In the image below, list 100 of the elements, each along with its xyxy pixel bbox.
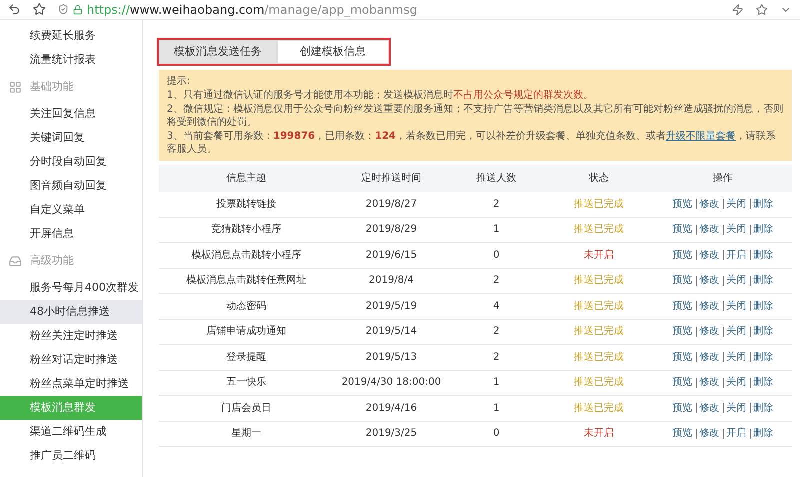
table-cell-text: 2 — [492, 350, 501, 365]
table-cell-text: 门店会员日 — [220, 402, 272, 416]
table-cell-text: 0 — [492, 427, 501, 442]
sidebar-item[interactable]: 开屏信息 — [0, 222, 142, 246]
sidebar-item[interactable]: 自定义菜单 — [0, 198, 142, 222]
action-link[interactable]: 删除 — [754, 324, 774, 340]
action-link[interactable]: 删除 — [754, 222, 774, 238]
sidebar-item[interactable]: 流量统计报表 — [0, 48, 142, 72]
sidebar-item[interactable]: 推广员二维码 — [0, 444, 142, 468]
table-cell-text: 投票跳转链接 — [216, 198, 278, 212]
status-text: 未开启 — [583, 426, 615, 442]
sidebar-item[interactable]: 48小时信息推送 — [0, 300, 142, 324]
action-link[interactable]: 关闭 — [726, 196, 746, 212]
table-cell-text: 模板消息点击跳转任意网址 — [186, 274, 308, 288]
action-link[interactable]: 预览 — [672, 273, 692, 288]
action-link[interactable]: 关闭 — [726, 350, 746, 365]
shield-icon — [58, 4, 69, 15]
notice-text: 3、当前套餐可用条数：199876，已用条数：124，若条数已用完，可以补差价升级套餐、单独充值条数、或者升级不限量套餐，请联系客服人员。 — [167, 130, 777, 156]
sidebar-item[interactable]: 渠道二维码生成 — [0, 420, 142, 444]
action-link[interactable]: 关闭 — [726, 400, 746, 416]
action-link[interactable]: 开启 — [726, 248, 746, 263]
action-link[interactable]: 修改 — [700, 273, 720, 288]
sidebar-item[interactable]: 粉丝对话定时推送 — [0, 348, 142, 372]
table-cell-text: 动态密码 — [226, 300, 268, 314]
notice-text: 2、微信规定：模板消息仅用于公众号向粉丝发送重要的服务通知；不支持广告等营销类消息以及其它所有可能对粉丝造成骚扰的消息，否则将受到微信的处罚。 — [167, 103, 784, 129]
action-link[interactable]: 预览 — [672, 400, 692, 416]
status-text: 推送已完成 — [573, 222, 625, 238]
table-cell-text: 星期一 — [230, 426, 262, 442]
status-text: 未开启 — [583, 248, 615, 263]
action-link[interactable]: 预览 — [672, 350, 692, 365]
sidebar-item[interactable]: 粉丝关注定时推送 — [0, 324, 142, 348]
action-link[interactable]: 删除 — [754, 426, 774, 442]
action-link[interactable]: 关闭 — [726, 324, 746, 340]
action-link[interactable]: 删除 — [754, 298, 774, 314]
action-link[interactable]: 修改 — [700, 248, 720, 263]
action-link[interactable]: 删除 — [754, 273, 774, 288]
table-cell-text: 2019/3/25 — [364, 427, 418, 442]
action-link[interactable]: 关闭 — [726, 375, 746, 390]
table-cell-text: 五一快乐 — [226, 376, 268, 390]
action-link[interactable]: 修改 — [700, 426, 720, 442]
table-cell-text: 1 — [492, 223, 501, 238]
sidebar-item[interactable]: 图音频自动回复 — [0, 174, 142, 198]
table-cell-text: 2 — [492, 274, 501, 288]
action-link[interactable]: 预览 — [672, 298, 692, 314]
action-link[interactable]: 预览 — [672, 426, 692, 442]
table-cell-text: 竞猜跳转小程序 — [210, 222, 282, 238]
action-link[interactable]: 删除 — [754, 350, 774, 365]
table-cell-text: 2019/6/15 — [364, 248, 418, 263]
lightning-icon[interactable] — [732, 4, 744, 16]
star-icon[interactable] — [756, 4, 768, 16]
action-link[interactable]: 修改 — [700, 222, 720, 238]
action-link[interactable]: 修改 — [700, 298, 720, 314]
action-link[interactable]: 修改 — [700, 375, 720, 390]
action-link[interactable]: 预览 — [672, 375, 692, 390]
lock-icon — [73, 4, 83, 14]
status-text: 推送已完成 — [573, 402, 625, 416]
action-link[interactable]: 删除 — [754, 400, 774, 416]
sidebar-item[interactable]: 分时段自动回复 — [0, 150, 142, 174]
action-link[interactable]: 修改 — [700, 350, 720, 365]
action-link[interactable]: 修改 — [700, 324, 720, 340]
sidebar-item[interactable]: 服务号每月400次群发 — [0, 276, 142, 300]
sidebar-item[interactable]: 关注回复信息 — [0, 102, 142, 126]
column-header: 推送人数 — [476, 172, 518, 186]
action-link[interactable]: 预览 — [672, 248, 692, 263]
table-cell-text: 2019/4/16 — [364, 402, 418, 416]
action-link[interactable]: 开启 — [726, 426, 746, 442]
column-header: 操作 — [712, 172, 734, 186]
tab[interactable]: 创建模板信息 — [277, 40, 389, 64]
tab[interactable]: 模板消息发送任务 — [159, 40, 277, 64]
table-cell-text: 2019/8/29 — [364, 223, 418, 238]
status-text: 推送已完成 — [573, 324, 625, 340]
action-link[interactable]: 预览 — [672, 222, 692, 238]
action-link[interactable]: 预览 — [672, 324, 692, 340]
action-link[interactable]: 删除 — [754, 375, 774, 390]
column-header: 信息主题 — [226, 172, 268, 186]
action-link[interactable]: 修改 — [700, 196, 720, 212]
action-link[interactable]: 关闭 — [726, 222, 746, 238]
action-link[interactable]: 修改 — [700, 400, 720, 416]
action-link[interactable]: 删除 — [754, 248, 774, 263]
sidebar-item[interactable]: 粉丝点菜单定时推送 — [0, 372, 142, 396]
action-link[interactable]: 关闭 — [726, 298, 746, 314]
address-bar-url[interactable]: https://www.weihaobang.com/manage/app_mobanmsg — [87, 0, 418, 18]
action-link[interactable]: 删除 — [754, 196, 774, 212]
notice-text: 1、只有通过微信认证的服务号才能使用本功能；发送模板消息时不占用公众号规定的群发次数。 — [167, 89, 594, 102]
table-cell-text: 2019/5/13 — [364, 350, 418, 365]
column-header: 状态 — [588, 172, 610, 186]
table-cell-text: 2019/8/27 — [364, 198, 418, 212]
table-cell-text: 登录提醒 — [226, 350, 268, 365]
action-link[interactable]: 预览 — [672, 196, 692, 212]
notice-title: 提示: — [167, 75, 192, 88]
table-cell-text: 4 — [492, 300, 501, 314]
action-link[interactable]: 关闭 — [726, 273, 746, 288]
bookmark-star-icon[interactable] — [33, 3, 46, 16]
sidebar-item[interactable]: 续费延长服务 — [0, 24, 142, 48]
section-heading: 高级功能 — [30, 252, 74, 269]
status-text: 推送已完成 — [573, 376, 625, 390]
section-icon — [9, 254, 22, 268]
upgrade-link[interactable]: 升级不限量套餐 — [666, 131, 736, 142]
sidebar-item[interactable]: 关键词回复 — [0, 126, 142, 150]
undo-icon[interactable] — [8, 3, 21, 16]
